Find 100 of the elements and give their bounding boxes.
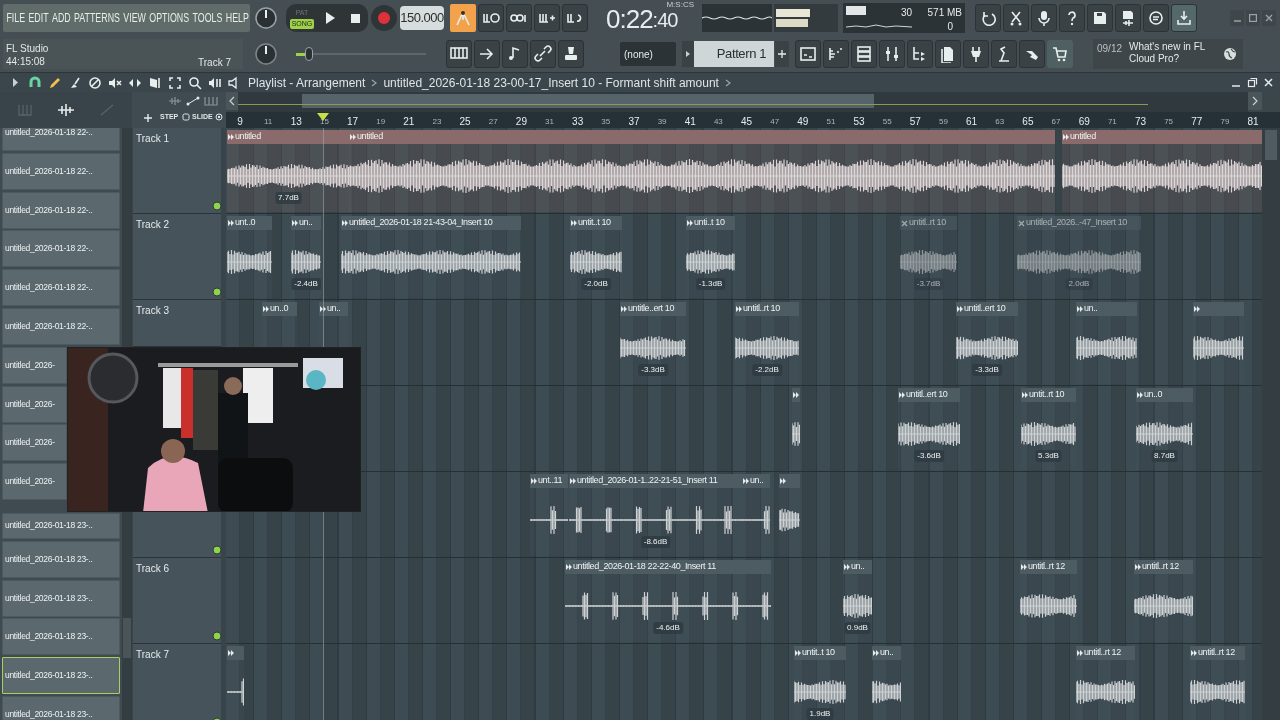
browser-item[interactable]: untitled_2026-01-18 22-.. [2,191,120,229]
audio-clip[interactable]: un..0 [262,302,297,347]
audio-clip[interactable]: unt..0 [227,216,272,298]
audio-clip[interactable]: un.. [1076,302,1137,384]
audio-clip[interactable]: un.. -2.4dB [291,216,321,298]
audio-clip[interactable]: untitl..ert 10 -3.3dB [956,302,1018,384]
audio-clip[interactable]: untitled_2026-01-1..22-21-51_Insert 11 -8.6dB [569,474,742,556]
audio-clip[interactable]: untitl..rt 10 -3.7dB [900,216,957,298]
audio-clip[interactable]: untitled 7.7dB [227,130,350,212]
menu-item[interactable]: TOOLS [192,8,223,28]
audio-clip[interactable]: un..0 8.7dB [1136,388,1193,470]
track-name: Track 2 [136,218,169,232]
browser-item[interactable]: untitled_2026-01-18 23-.. [2,657,120,695]
audio-clip[interactable]: untitled [349,130,1055,212]
clip-header[interactable]: untit..t 10 [570,216,622,230]
audio-clip[interactable]: un.. [319,302,348,347]
clip-header[interactable]: untitled_2026-01-18 22-22-40_Insert 11 [565,560,771,574]
audio-clip[interactable]: untitl..rt 12 [1020,560,1077,642]
audio-clip[interactable]: unt..11 [530,474,568,556]
clip-header[interactable]: untitl..rt 10 [735,302,799,316]
pattern-selector[interactable]: Pattern 1 [694,41,774,67]
menu-item[interactable]: FILE [6,8,26,28]
audio-clip[interactable]: un.. [872,646,901,720]
browser-item[interactable]: untitled_2026- [2,424,67,462]
browser-item[interactable]: untitled_2026- [2,346,67,384]
menu-item[interactable]: EDIT [28,8,49,28]
browser-item[interactable]: untitled_2026-01-18 23-.. [2,540,120,578]
menu-item[interactable]: ADD [52,8,71,28]
menu-item[interactable]: PATTERNS [74,8,120,28]
audio-clip[interactable]: untitle..ert 10 -3.3dB [620,302,686,384]
menu-item[interactable]: VIEW [123,8,146,28]
clip-title: untitled_2026-01-18 21-43-04_Insert 10 [349,216,493,230]
audio-clip[interactable]: untit..rt 10 5.3dB [1021,388,1076,470]
audio-clip[interactable]: untitl..ert 10 -3.6dB [898,388,960,470]
audio-clip[interactable]: untitled [1062,130,1262,212]
clip-header[interactable]: un.. [319,302,348,316]
browser-item[interactable]: untitled_2026-01-18 22-.. [2,128,120,151]
track-header[interactable]: Track 3 [133,300,221,347]
clip-header[interactable]: un.. [1076,302,1137,316]
clip-header[interactable]: untitl..rt 10 [900,216,957,230]
clip-header[interactable]: unt..11 [530,474,568,488]
timeline-ruler[interactable]: 9 11 13 15 17 19 21 23 25 27 29 31 33 35 37 39 41 43 45 47 49 51 53 55 57 59 61 63 65 67 69 71 73 75 77 79 81 [226,112,1280,128]
clip-header[interactable]: untitle..ert 10 [620,302,686,316]
channel-dropdown[interactable]: (none) [620,42,676,66]
audio-clip[interactable]: untit..t 10 -2.0dB [570,216,622,298]
clip-header[interactable]: un.. [291,216,321,230]
audio-clip[interactable]: untitl..rt 12 [1134,560,1193,642]
tempo-field[interactable]: 150.000 [400,6,444,30]
audio-clip[interactable]: untitl..rt 12 [1190,646,1245,720]
audio-clip[interactable]: un.. [742,474,770,556]
clip-header[interactable]: untitled_2026..-47_Insert 10 [1017,216,1141,230]
clip-header[interactable]: untitl..rt 12 [1134,560,1193,574]
browser-item[interactable]: untitled_2026- [2,463,67,501]
audio-clip[interactable]: untitled_2026-01-18 22-22-40_Insert 11 -4.6dB [565,560,771,642]
menu-item[interactable]: OPTIONS [149,8,190,28]
audio-clip[interactable]: untit..t 10 1.9dB [794,646,846,720]
browser-item[interactable]: untitled_2026- [2,385,67,423]
clip-header[interactable]: untitled_2026-01-18 21-43-04_Insert 10 [341,216,521,230]
clip-header[interactable]: un.. [843,560,872,574]
clip-header[interactable]: un..0 [262,302,297,316]
clip-header[interactable]: un.. [872,646,901,660]
news-text[interactable]: What's new in FL Cloud Pro? [1129,41,1221,65]
clip-header[interactable]: untit..rt 10 [1021,388,1076,402]
track-header[interactable]: Track 2 [133,214,221,300]
time-format-label: M:S:CS [666,0,694,11]
browser-item[interactable]: untitled_2026-01-18 23-.. [2,695,120,720]
clip-header[interactable]: un..0 [1136,388,1193,402]
track-header[interactable]: Track 1 [133,128,221,214]
clip-header[interactable]: unti..t 10 [686,216,735,230]
menu-item[interactable]: HELP [225,8,249,28]
audio-clip[interactable]: untitled_2026-01-18 21-43-04_Insert 10 [341,216,521,298]
track-name: Track 7 [136,648,169,662]
track-header[interactable]: Track 7 [133,644,221,720]
audio-clip[interactable]: un.. 0.9dB [843,560,872,642]
browser-item[interactable]: untitled_2026-01-18 23-.. [2,579,120,617]
clip-header[interactable]: untitl..rt 12 [1076,646,1135,660]
clip-header[interactable]: untit..t 10 [794,646,846,660]
track-header[interactable]: Track 6 [133,558,221,644]
clip-header[interactable]: untitled_2026-01-1..22-21-51_Insert 11 [569,474,742,488]
browser-item[interactable]: untitled_2026-01-18 22-.. [2,269,120,307]
clip-header[interactable]: un.. [742,474,770,488]
clip-header[interactable]: untitl..ert 10 [898,388,960,402]
clip-header[interactable]: untitl..rt 12 [1020,560,1077,574]
audio-clip[interactable]: unti..t 10 -1.3dB [686,216,735,298]
browser-item[interactable]: untitled_2026-01-18 22-.. [2,230,120,268]
bar-number: 11 [263,116,273,128]
browser-item[interactable]: untitled_2026-01-18 22-.. [2,152,120,190]
audio-clip[interactable]: untitled_2026..-47_Insert 10 2.0dB [1017,216,1141,298]
clip-header[interactable]: untitled [227,130,350,144]
clip-header[interactable]: unt..0 [227,216,272,230]
audio-clip[interactable]: untitl..rt 10 -2.2dB [735,302,799,384]
clip-header[interactable]: untitl..rt 12 [1190,646,1245,660]
browser-item[interactable]: untitled_2026-01-18 22-.. [2,308,120,345]
browser-item[interactable]: untitled_2026-01-18 23-.. [2,512,120,539]
clip-header[interactable]: untitled [1062,130,1262,144]
clip-header[interactable]: untitled [349,130,1055,144]
browser-item[interactable]: untitled_2026-01-18 23-.. [2,618,120,656]
clip-header[interactable]: untitl..ert 10 [956,302,1018,316]
audio-clip[interactable]: untitl..rt 12 [1076,646,1135,720]
bar-number: 47 [770,116,780,128]
